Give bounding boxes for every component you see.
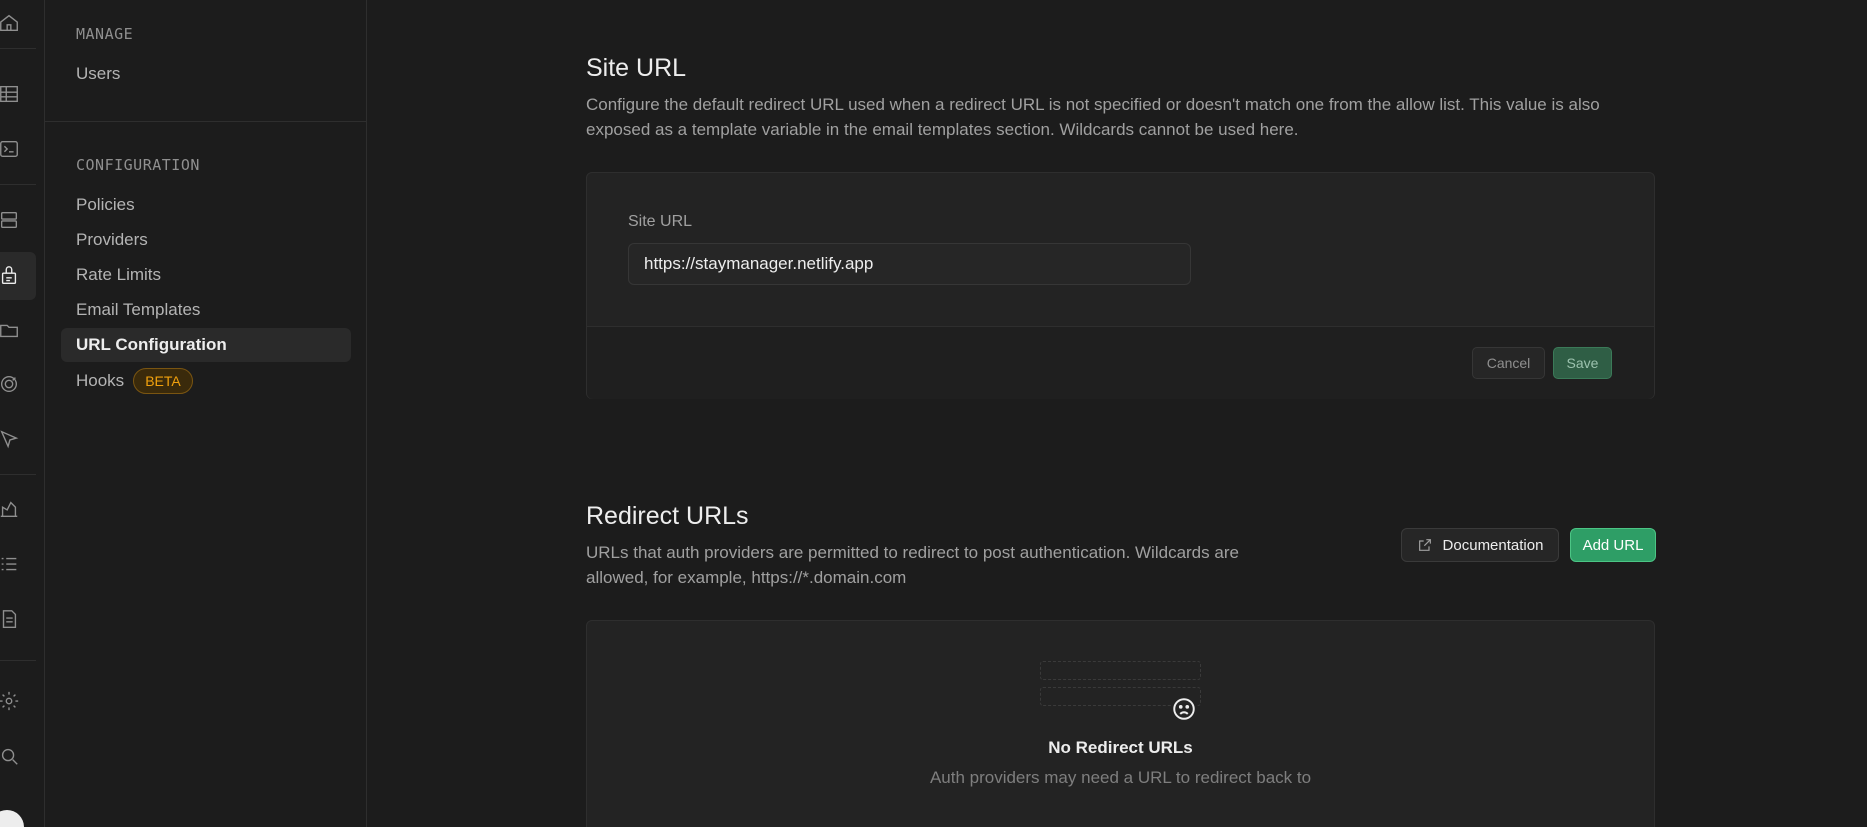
- realtime-icon[interactable]: [0, 373, 22, 395]
- logs-icon[interactable]: [0, 553, 22, 575]
- section-title-manage: MANAGE: [76, 25, 134, 43]
- terminal-icon[interactable]: [0, 138, 22, 160]
- beta-badge: BETA: [133, 368, 193, 394]
- sidebar-item-hooks[interactable]: Hooks BETA: [61, 364, 351, 398]
- sidebar-item-users[interactable]: Users: [61, 57, 351, 91]
- save-button[interactable]: Save: [1553, 347, 1612, 379]
- avatar-icon[interactable]: [0, 810, 24, 827]
- database-icon[interactable]: [0, 209, 22, 231]
- site-url-panel: Site URL Cancel Save: [586, 172, 1655, 399]
- empty-state-title: No Redirect URLs: [1048, 738, 1193, 757]
- edge-functions-icon[interactable]: [0, 428, 22, 450]
- site-url-title: Site URL: [586, 54, 687, 82]
- home-icon[interactable]: [0, 12, 22, 34]
- sidebar-divider: [45, 121, 367, 122]
- auth-icon[interactable]: [0, 264, 22, 286]
- empty-state-subtitle: Auth providers may need a URL to redirec…: [929, 768, 1312, 787]
- storage-icon[interactable]: [0, 319, 22, 341]
- sidebar-item-providers[interactable]: Providers: [61, 223, 351, 257]
- redirect-urls-title: Redirect URLs: [586, 502, 749, 530]
- search-icon[interactable]: [0, 745, 22, 767]
- cancel-button[interactable]: Cancel: [1472, 347, 1545, 379]
- sidebar-item-label: Hooks: [76, 371, 125, 390]
- reports-icon[interactable]: [0, 498, 22, 520]
- site-url-description: Configure the default redirect URL used …: [586, 95, 1600, 139]
- external-link-icon: [1418, 539, 1431, 551]
- settings-icon[interactable]: [0, 690, 22, 712]
- redirect-urls-description: URLs that auth providers are permitted t…: [586, 543, 1239, 587]
- sidebar-item-rate-limits[interactable]: Rate Limits: [61, 258, 351, 292]
- rail-divider: [0, 660, 36, 661]
- rail-divider: [0, 48, 36, 49]
- site-url-panel-footer: Cancel Save: [587, 326, 1654, 399]
- documentation-label: Documentation: [1442, 536, 1544, 554]
- main-content: Site URL Configure the default redirect …: [367, 0, 1867, 827]
- rail-divider: [0, 474, 36, 475]
- sidebar-item-label: Policies: [76, 195, 135, 214]
- add-url-button[interactable]: Add URL: [1570, 528, 1656, 562]
- sidebar-item-label: Email Templates: [76, 300, 201, 319]
- redirect-urls-panel: No Redirect URLs Auth providers may need…: [586, 620, 1655, 827]
- site-url-field-label: Site URL: [628, 213, 693, 230]
- site-url-input[interactable]: [628, 243, 1191, 285]
- sidebar-item-label: Rate Limits: [76, 265, 162, 284]
- section-title-configuration: CONFIGURATION: [76, 156, 200, 174]
- docs-icon[interactable]: [0, 608, 22, 630]
- sidebar-item-label: Users: [76, 64, 121, 83]
- sidebar-item-policies[interactable]: Policies: [61, 188, 351, 222]
- sidebar-item-email-templates[interactable]: Email Templates: [61, 293, 351, 327]
- auth-sidebar: MANAGE Users CONFIGURATION Policies Prov…: [45, 0, 367, 827]
- icon-rail: [0, 0, 45, 827]
- rail-divider: [0, 184, 36, 185]
- sad-face-icon: [1171, 696, 1197, 722]
- sidebar-item-label: URL Configuration: [76, 335, 227, 354]
- sidebar-item-label: Providers: [76, 230, 148, 249]
- table-icon[interactable]: [0, 83, 22, 105]
- documentation-button[interactable]: Documentation: [1401, 528, 1559, 562]
- sidebar-item-url-configuration[interactable]: URL Configuration: [61, 328, 351, 362]
- empty-placeholder-line: [1040, 661, 1201, 680]
